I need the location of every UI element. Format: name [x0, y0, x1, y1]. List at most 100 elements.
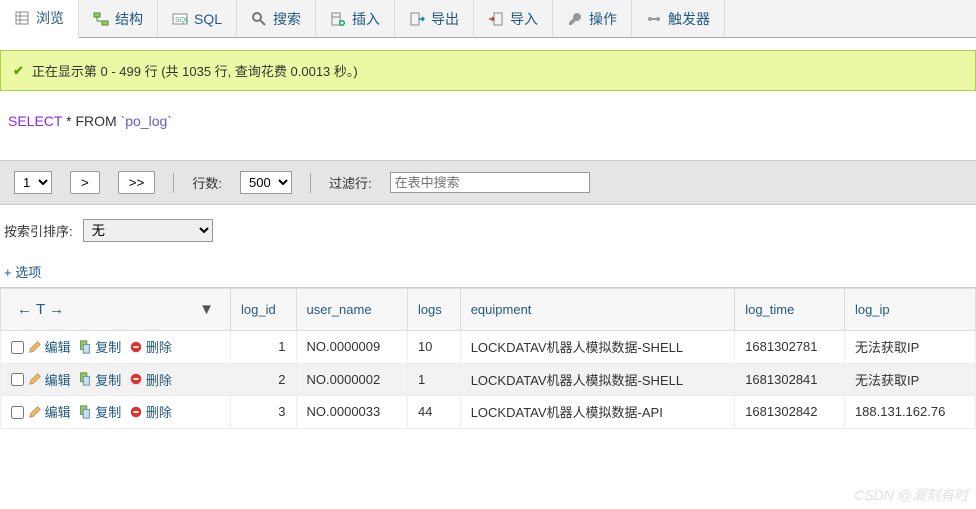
filter-input[interactable]: [390, 172, 590, 193]
col-logs[interactable]: logs: [407, 289, 460, 331]
tab-operations[interactable]: 操作: [553, 0, 632, 37]
sort-select[interactable]: 无: [83, 219, 213, 242]
sql-icon: SQL: [172, 11, 188, 27]
delete-icon: [129, 405, 143, 419]
row-checkbox[interactable]: [11, 406, 24, 419]
filter-label: 过滤行:: [329, 173, 372, 192]
rows-label: 行数:: [192, 173, 222, 192]
structure-icon: [93, 11, 109, 27]
tab-triggers[interactable]: 触发器: [632, 0, 725, 37]
tab-browse[interactable]: 浏览: [0, 0, 79, 38]
cell-log-ip: 无法获取IP: [844, 331, 975, 364]
col-log-time[interactable]: log_time: [735, 289, 845, 331]
cell-user-name: NO.0000033: [296, 396, 407, 429]
page-select[interactable]: 1: [14, 171, 52, 194]
import-icon: [488, 11, 504, 27]
arrow-right[interactable]: →: [49, 301, 64, 318]
col-log-ip[interactable]: log_ip: [844, 289, 975, 331]
sort-indicator-icon[interactable]: ▼: [199, 301, 214, 318]
tab-structure[interactable]: 结构: [79, 0, 158, 37]
tab-label: 操作: [589, 9, 617, 29]
page-last-button[interactable]: >>: [118, 171, 156, 194]
tab-import[interactable]: 导入: [474, 0, 553, 37]
sql-table: `po_log`: [121, 113, 172, 129]
pencil-icon: [28, 340, 42, 354]
col-log-id[interactable]: log_id: [231, 289, 297, 331]
tab-export[interactable]: 导出: [395, 0, 474, 37]
check-icon: ✔: [13, 63, 24, 79]
svg-text:SQL: SQL: [175, 17, 188, 24]
copy-icon: [78, 372, 92, 386]
cell-user-name: NO.0000009: [296, 331, 407, 364]
top-tabs: 浏览 结构 SQL SQL 搜索 插入 导出 导入 操作 触发器: [0, 0, 976, 38]
tab-label: 插入: [352, 9, 380, 29]
search-icon: [251, 11, 267, 27]
wrench-icon: [567, 11, 583, 27]
cell-log-id: 1: [231, 331, 297, 364]
page-next-button[interactable]: >: [70, 171, 100, 194]
tab-label: 搜索: [273, 9, 301, 29]
options-toggle[interactable]: + 选项: [0, 256, 976, 287]
table-row: 编辑 复制 删除 3 NO.0000033 44 LOCKDATAV机器人模拟数…: [1, 396, 976, 429]
cell-log-ip: 188.131.162.76: [844, 396, 975, 429]
table-row: 编辑 复制 删除 1 NO.0000009 10 LOCKDATAV机器人模拟数…: [1, 331, 976, 364]
arrow-left[interactable]: ←: [17, 301, 32, 318]
pencil-icon: [28, 372, 42, 386]
status-bar: ✔ 正在显示第 0 - 499 行 (共 1035 行, 查询花费 0.0013…: [0, 50, 976, 91]
col-equipment[interactable]: equipment: [460, 289, 735, 331]
cell-logs: 1: [407, 363, 460, 396]
tab-search[interactable]: 搜索: [237, 0, 316, 37]
delete-link[interactable]: 删除: [129, 337, 172, 356]
tab-label: 浏览: [36, 8, 64, 28]
sort-row: 按索引排序: 无: [0, 205, 976, 256]
tab-label: SQL: [194, 11, 222, 27]
col-user-name[interactable]: user_name: [296, 289, 407, 331]
cell-logs: 44: [407, 396, 460, 429]
copy-link[interactable]: 复制: [78, 337, 121, 356]
row-checkbox[interactable]: [11, 373, 24, 386]
column-arrows: ← T → ▼: [11, 295, 220, 324]
edit-link[interactable]: 编辑: [28, 370, 71, 389]
cell-log-id: 3: [231, 396, 297, 429]
sort-label: 按索引排序:: [4, 221, 73, 240]
row-checkbox[interactable]: [11, 341, 24, 354]
results-table: ← T → ▼ log_id user_name logs equipment …: [0, 288, 976, 429]
cell-equipment: LOCKDATAV机器人模拟数据-SHELL: [460, 363, 735, 396]
export-icon: [409, 11, 425, 27]
delete-icon: [129, 372, 143, 386]
rows-select[interactable]: 500: [240, 171, 292, 194]
cell-equipment: LOCKDATAV机器人模拟数据-SHELL: [460, 331, 735, 364]
arrow-t[interactable]: T: [36, 301, 45, 318]
tab-sql[interactable]: SQL SQL: [158, 0, 237, 37]
edit-link[interactable]: 编辑: [28, 337, 71, 356]
insert-icon: [330, 11, 346, 27]
table-icon: [14, 10, 30, 26]
copy-icon: [78, 405, 92, 419]
copy-link[interactable]: 复制: [78, 402, 121, 421]
cell-log-id: 2: [231, 363, 297, 396]
watermark: CSDN @漏刻有时: [854, 485, 968, 505]
cell-user-name: NO.0000002: [296, 363, 407, 396]
status-text: 正在显示第 0 - 499 行 (共 1035 行, 查询花费 0.0013 秒…: [32, 61, 358, 80]
tab-label: 导入: [510, 9, 538, 29]
copy-link[interactable]: 复制: [78, 370, 121, 389]
tab-label: 导出: [431, 9, 459, 29]
tab-insert[interactable]: 插入: [316, 0, 395, 37]
tab-label: 结构: [115, 9, 143, 29]
delete-link[interactable]: 删除: [129, 370, 172, 389]
copy-icon: [78, 340, 92, 354]
pager-bar: 1 > >> 行数: 500 过滤行:: [0, 160, 976, 205]
trigger-icon: [646, 11, 662, 27]
cell-equipment: LOCKDATAV机器人模拟数据-API: [460, 396, 735, 429]
edit-link[interactable]: 编辑: [28, 402, 71, 421]
cell-log-time: 1681302842: [735, 396, 845, 429]
cell-log-time: 1681302781: [735, 331, 845, 364]
delete-icon: [129, 340, 143, 354]
delete-link[interactable]: 删除: [129, 402, 172, 421]
sql-query: SELECT * FROM `po_log`: [0, 103, 976, 160]
cell-logs: 10: [407, 331, 460, 364]
cell-log-ip: 无法获取IP: [844, 363, 975, 396]
pencil-icon: [28, 405, 42, 419]
tab-label: 触发器: [668, 9, 710, 29]
sql-keyword: SELECT: [8, 113, 62, 129]
